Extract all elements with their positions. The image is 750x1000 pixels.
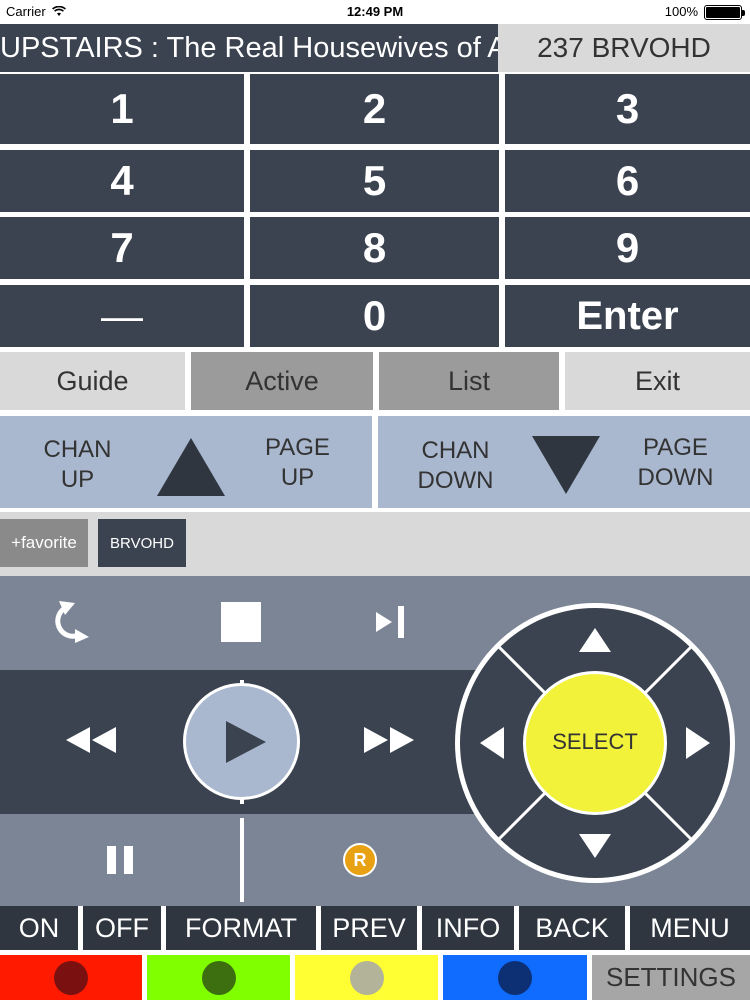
select-label[interactable]: SELECT bbox=[525, 720, 665, 764]
skip-forward-icon bbox=[376, 605, 404, 638]
rewind-icon bbox=[66, 727, 116, 753]
record-badge-text: R bbox=[353, 849, 367, 870]
channel-up-panel: CHAN UP PAGE UP bbox=[0, 416, 372, 508]
pause-button[interactable] bbox=[0, 818, 240, 902]
key-0[interactable]: 0 bbox=[250, 285, 499, 347]
now-playing-ticker: UPSTAIRS : The Real Housewives of Atl bbox=[0, 24, 498, 72]
key-2[interactable]: 2 bbox=[250, 74, 499, 144]
record-icon: R bbox=[343, 843, 377, 877]
exit-button[interactable]: Exit bbox=[565, 352, 750, 410]
key-9[interactable]: 9 bbox=[505, 217, 750, 279]
chan-down-line1: CHAN bbox=[421, 437, 490, 464]
menu-button[interactable]: MENU bbox=[630, 906, 750, 950]
channel-down-panel: CHAN DOWN PAGE DOWN bbox=[378, 416, 750, 508]
key-dash[interactable]: — bbox=[0, 285, 244, 347]
favorite-channel[interactable]: BRVOHD bbox=[98, 519, 186, 567]
key-1[interactable]: 1 bbox=[0, 74, 244, 144]
key-6[interactable]: 6 bbox=[505, 150, 750, 212]
chan-down-line2: DOWN bbox=[417, 467, 494, 494]
page-up-line2: UP bbox=[280, 464, 315, 491]
info-button[interactable]: INFO bbox=[422, 906, 514, 950]
up-triangle-icon[interactable] bbox=[155, 436, 227, 498]
stop-icon bbox=[221, 601, 261, 642]
rewind-button[interactable] bbox=[40, 715, 140, 765]
page-down-line1: PAGE bbox=[643, 434, 708, 461]
key-7[interactable]: 7 bbox=[0, 217, 244, 279]
replay-icon bbox=[55, 600, 89, 643]
green-color-button[interactable] bbox=[147, 955, 290, 1000]
replay-button[interactable] bbox=[0, 579, 150, 664]
blue-color-button[interactable] bbox=[443, 955, 587, 1000]
record-button[interactable]: R bbox=[246, 818, 472, 902]
play-button[interactable] bbox=[183, 683, 300, 800]
chan-down-button[interactable]: CHAN DOWN bbox=[398, 436, 513, 496]
clock: 12:49 PM bbox=[346, 4, 404, 19]
guide-button[interactable]: Guide bbox=[0, 352, 185, 410]
chan-up-line1: CHAN bbox=[43, 436, 112, 463]
chan-up-line2: UP bbox=[60, 466, 95, 493]
off-button[interactable]: OFF bbox=[83, 906, 161, 950]
key-8[interactable]: 8 bbox=[250, 217, 499, 279]
stop-button[interactable] bbox=[156, 579, 326, 664]
active-button[interactable]: Active bbox=[191, 352, 373, 410]
fast-forward-button[interactable] bbox=[340, 715, 440, 765]
key-4[interactable]: 4 bbox=[0, 150, 244, 212]
back-button[interactable]: BACK bbox=[519, 906, 625, 950]
green-dot-icon bbox=[201, 960, 236, 995]
favorites-bar: +favorite BRVOHD bbox=[0, 512, 750, 576]
add-favorite-button[interactable]: +favorite bbox=[0, 519, 88, 567]
blue-dot-icon bbox=[498, 960, 532, 995]
divider bbox=[240, 818, 244, 902]
page-down-line2: DOWN bbox=[637, 464, 714, 491]
list-button[interactable]: List bbox=[379, 352, 559, 410]
battery-percent: 100% bbox=[664, 4, 698, 19]
on-button[interactable]: ON bbox=[0, 906, 78, 950]
page-up-button[interactable]: PAGE UP bbox=[250, 433, 345, 493]
key-3[interactable]: 3 bbox=[505, 74, 750, 144]
chan-up-button[interactable]: CHAN UP bbox=[30, 435, 125, 495]
settings-button[interactable]: SETTINGS bbox=[592, 955, 750, 1000]
red-dot-icon bbox=[54, 960, 88, 995]
page-down-button[interactable]: PAGE DOWN bbox=[618, 433, 733, 493]
yellow-color-button[interactable] bbox=[295, 955, 438, 1000]
play-icon bbox=[225, 720, 266, 763]
fast-forward-icon bbox=[364, 727, 414, 753]
prev-button[interactable]: PREV bbox=[321, 906, 417, 950]
yellow-dot-icon bbox=[349, 960, 384, 995]
key-5[interactable]: 5 bbox=[250, 150, 499, 212]
down-triangle-icon[interactable] bbox=[530, 434, 602, 496]
battery-icon bbox=[704, 5, 745, 20]
red-color-button[interactable] bbox=[0, 955, 142, 1000]
page-up-line1: PAGE bbox=[265, 434, 330, 461]
key-enter[interactable]: Enter bbox=[505, 285, 750, 347]
pause-icon bbox=[107, 846, 133, 874]
status-bar: Carrier 12:49 PM 100% bbox=[0, 0, 750, 24]
format-button[interactable]: FORMAT bbox=[166, 906, 316, 950]
current-channel: 237 BRVOHD bbox=[498, 24, 750, 72]
now-playing-text: UPSTAIRS : The Real Housewives of Atl bbox=[0, 32, 498, 64]
